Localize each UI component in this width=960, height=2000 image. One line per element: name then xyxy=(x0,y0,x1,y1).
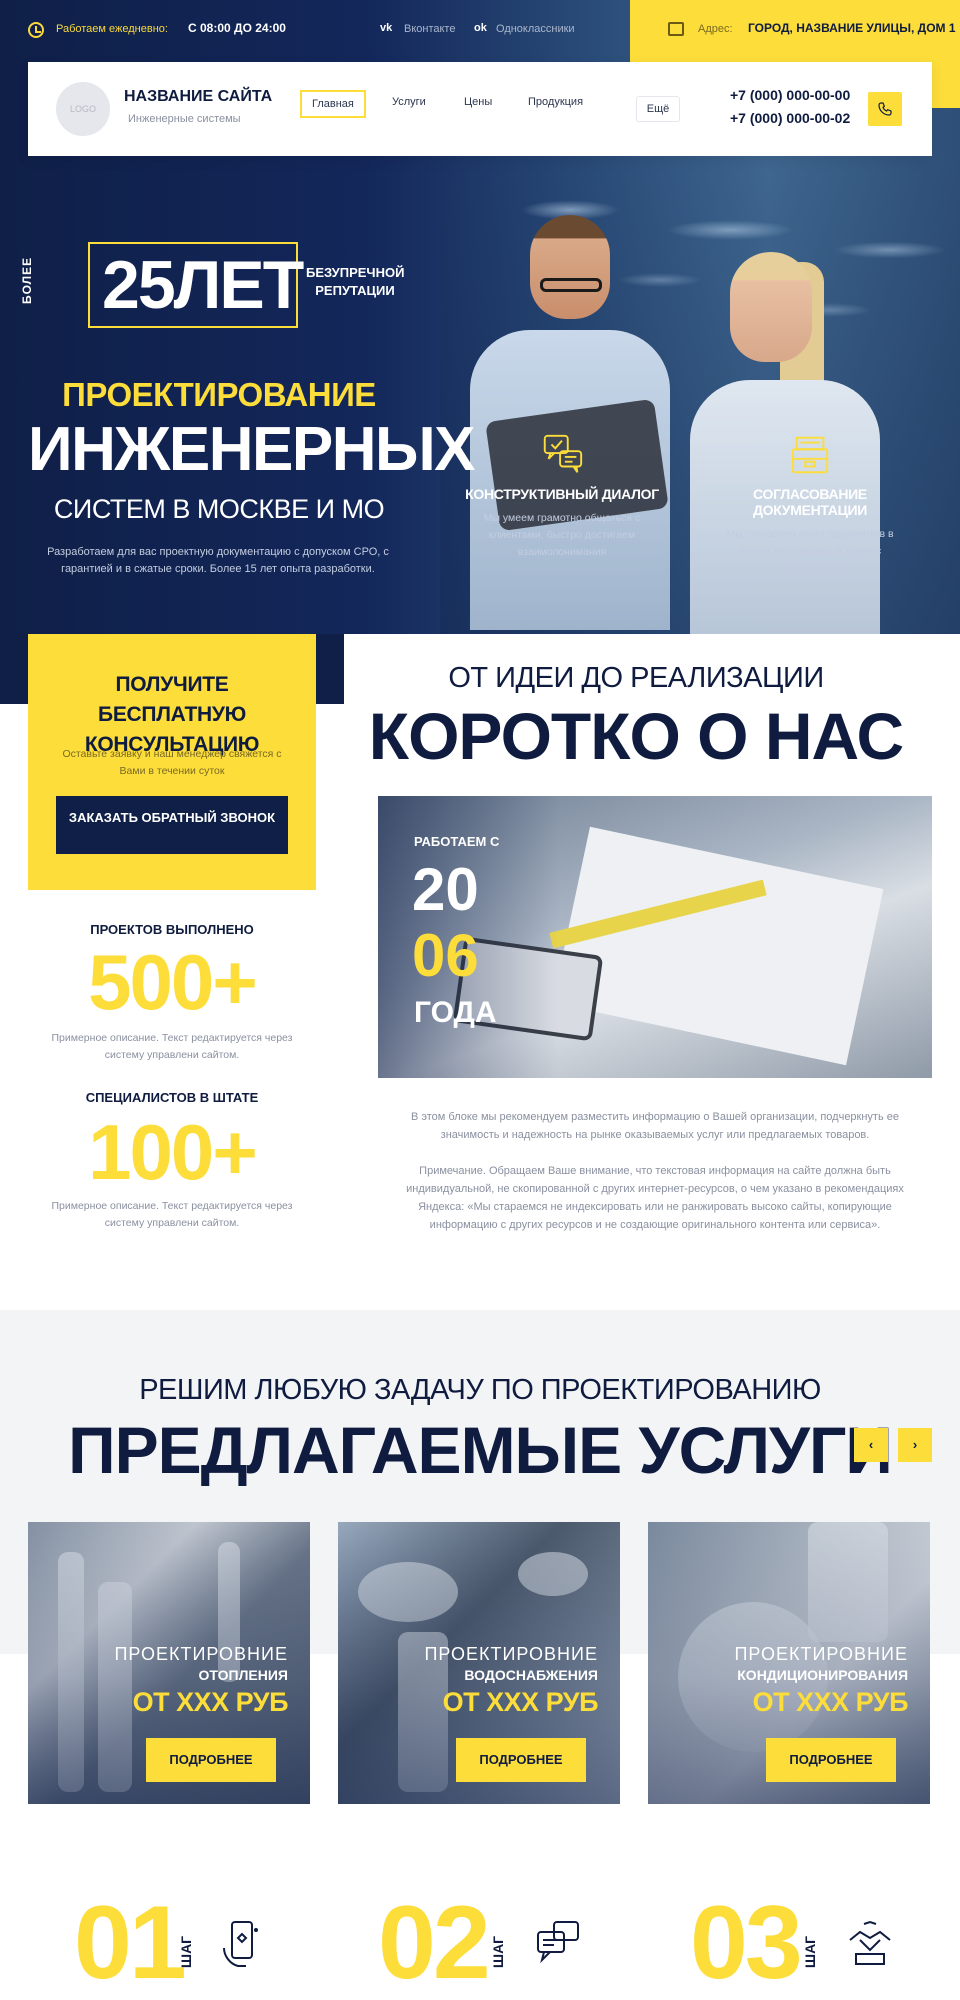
card-details-button[interactable]: ПОДРОБНЕЕ xyxy=(146,1738,276,1782)
social-link-vk[interactable]: Вконтакте xyxy=(404,23,455,35)
hours-value: С 08:00 ДО 24:00 xyxy=(188,21,286,35)
carousel-next-button[interactable]: › xyxy=(898,1428,932,1462)
hero-subtitle: СИСТЕМ В МОСКВЕ И МО xyxy=(53,494,385,524)
card-pre: ПРОЕКТИРОВНИЕ xyxy=(734,1644,908,1664)
hours-label: Работаем ежедневно: xyxy=(56,23,168,35)
site-header: LOGO НАЗВАНИЕ САЙТА Инженерные системы Г… xyxy=(28,62,932,156)
consultation-description: Оставьте заявку и наш менеджер свяжется … xyxy=(62,748,282,777)
hero-pre-title: ПРОЕКТИРОВАНИЕ xyxy=(62,376,376,413)
hero-description: Разработаем для вас проектную документац… xyxy=(47,546,389,575)
phone-icon xyxy=(878,102,892,116)
phone-secondary[interactable]: +7 (000) 000-00-02 xyxy=(730,110,850,126)
card-name: ОТОПЛЕНИЯ xyxy=(198,1667,288,1683)
card-name: ВОДОСНАБЖЕНИЯ xyxy=(464,1667,598,1683)
dialog-icon xyxy=(543,434,583,473)
service-card-heating[interactable]: ПРОЕКТИРОВНИЕ ОТОПЛЕНИЯ ОТ XXX РУБ ПОДРО… xyxy=(28,1522,310,1804)
services-title: ПРЕДЛАГАЕМЫЕ УСЛУГИ xyxy=(68,1413,893,1487)
consultation-box: ПОЛУЧИТЕ БЕСПЛАТНУЮ КОНСУЛЬТАЦИЮ Оставьт… xyxy=(28,634,316,890)
handshake-icon xyxy=(849,1920,891,1965)
chat-icon xyxy=(537,1921,579,1964)
since-year-part-1: 20 xyxy=(412,856,479,923)
engineer-glasses xyxy=(540,278,602,292)
step-word: ШАГ xyxy=(802,1935,818,1968)
site-name[interactable]: НАЗВАНИЕ САЙТА xyxy=(124,88,272,106)
address-label: Адрес: xyxy=(698,23,733,35)
nav-item-services[interactable]: Услуги xyxy=(392,96,426,108)
stat-projects-label: ПРОЕКТОВ ВЫПОЛНЕНО xyxy=(90,922,254,937)
since-tail: ГОДА xyxy=(414,996,497,1029)
since-label: РАБОТАЕМ С xyxy=(414,834,500,849)
nav-item-prices[interactable]: Цены xyxy=(464,96,492,108)
phone-primary[interactable]: +7 (000) 000-00-00 xyxy=(730,87,850,103)
vk-icon[interactable]: vk xyxy=(380,22,392,34)
card-text: ПРОЕКТИРОВНИЕ КОНДИЦИОНИРОВАНИЯ ОТ XXX Р… xyxy=(648,1644,930,1718)
site-logo[interactable]: LOGO xyxy=(56,82,110,136)
step-number: 03 xyxy=(690,1885,803,2000)
stat-projects-description: Примерное описание. Текст редактируется … xyxy=(51,1032,293,1061)
feature-dialog: КОНСТРУКТИВНЫЙ ДИАЛОГ Мы умеем грамотно … xyxy=(462,432,662,561)
card-price: ОТ XXX РУБ xyxy=(442,1687,599,1717)
card-pre: ПРОЕКТИРОВНИЕ xyxy=(114,1644,288,1664)
request-callback-button[interactable]: ЗАКАЗАТЬ ОБРАТНЫЙ ЗВОНОК xyxy=(56,796,288,854)
documents-icon xyxy=(791,436,829,474)
step-word: ШАГ xyxy=(178,1935,194,1968)
years-caption: БЕЗУПРЕЧНОЙ РЕПУТАЦИИ xyxy=(306,265,405,298)
stat-projects-value: 500+ xyxy=(88,938,258,1026)
call-button[interactable] xyxy=(868,92,902,126)
phone-hand-icon xyxy=(223,1921,258,1967)
services-pre-title: РЕШИМ ЛЮБУЮ ЗАДАЧУ ПО ПРОЕКТИРОВАНИЮ xyxy=(139,1374,821,1406)
card-details-button[interactable]: ПОДРОБНЕЕ xyxy=(766,1738,896,1782)
social-link-ok[interactable]: Одноклассники xyxy=(496,23,575,35)
about-pre-title: ОТ ИДЕИ ДО РЕАЛИЗАЦИИ xyxy=(448,662,824,694)
step-number: 01 xyxy=(74,1885,187,2000)
site-tagline: Инженерные системы xyxy=(128,113,241,125)
building-icon xyxy=(668,22,684,36)
feature-description: Мы согласуем пакет документов в любых ин… xyxy=(726,528,894,574)
stat-specialists-label: СПЕЦИАЛИСТОВ В ШТАТЕ xyxy=(85,1090,259,1105)
years-number: 25ЛЕТ xyxy=(102,247,304,323)
feature-title: СОГЛАСОВАНИЕ ДОКУМЕНТАЦИИ xyxy=(752,486,868,518)
feature-documents: СОГЛАСОВАНИЕ ДОКУМЕНТАЦИИ Мы согласуем п… xyxy=(710,432,910,577)
card-text: ПРОЕКТИРОВНИЕ ВОДОСНАБЖЕНИЯ ОТ XXX РУБ xyxy=(338,1644,620,1718)
card-price: ОТ XXX РУБ xyxy=(752,1687,909,1717)
stat-specialists-description: Примерное описание. Текст редактируется … xyxy=(51,1200,293,1229)
clock-icon xyxy=(28,22,44,38)
card-name: КОНДИЦИОНИРОВАНИЯ xyxy=(737,1667,908,1683)
since-year-part-2: 06 xyxy=(412,922,479,989)
service-card-conditioning[interactable]: ПРОЕКТИРОВНИЕ КОНДИЦИОНИРОВАНИЯ ОТ XXX Р… xyxy=(648,1522,930,1804)
step-word: ШАГ xyxy=(490,1935,506,1968)
hero-title: ИНЖЕНЕРНЫХ xyxy=(28,415,476,484)
nav-item-home[interactable]: Главная xyxy=(300,90,366,118)
nav-item-products[interactable]: Продукция xyxy=(528,96,583,108)
blueprint-paper xyxy=(552,826,884,1066)
service-card-water[interactable]: ПРОЕКТИРОВНИЕ ВОДОСНАБЖЕНИЯ ОТ XXX РУБ П… xyxy=(338,1522,620,1804)
odnoklassniki-icon[interactable]: ok xyxy=(474,22,487,34)
card-pre: ПРОЕКТИРОВНИЕ xyxy=(424,1644,598,1664)
about-paragraph-1: В этом блоке мы рекомендуем разместить и… xyxy=(410,1111,899,1141)
nav-more-button[interactable]: Ещё xyxy=(636,96,680,122)
feature-description: Мы умеем грамотно общаться с клиентами, … xyxy=(483,512,641,558)
card-details-button[interactable]: ПОДРОБНЕЕ xyxy=(456,1738,586,1782)
carousel-prev-button[interactable]: ‹ xyxy=(854,1428,888,1462)
card-price: ОТ XXX РУБ xyxy=(132,1687,289,1717)
feature-title: КОНСТРУКТИВНЫЙ ДИАЛОГ xyxy=(465,486,659,502)
card-text: ПРОЕКТИРОВНИЕ ОТОПЛЕНИЯ ОТ XXX РУБ xyxy=(28,1644,310,1718)
hero-side-label: БОЛЕЕ xyxy=(20,256,34,304)
address-value: ГОРОД, НАЗВАНИЕ УЛИЦЫ, ДОМ 1 xyxy=(748,21,956,35)
engineer-man-head xyxy=(530,215,610,319)
engineer-woman-head xyxy=(730,252,812,362)
step-number: 02 xyxy=(378,1885,491,2000)
about-paragraph-2: Примечание. Обращаем Ваше внимание, что … xyxy=(406,1165,904,1231)
stat-specialists-value: 100+ xyxy=(88,1108,258,1196)
about-title: КОРОТКО О НАС xyxy=(368,699,904,773)
